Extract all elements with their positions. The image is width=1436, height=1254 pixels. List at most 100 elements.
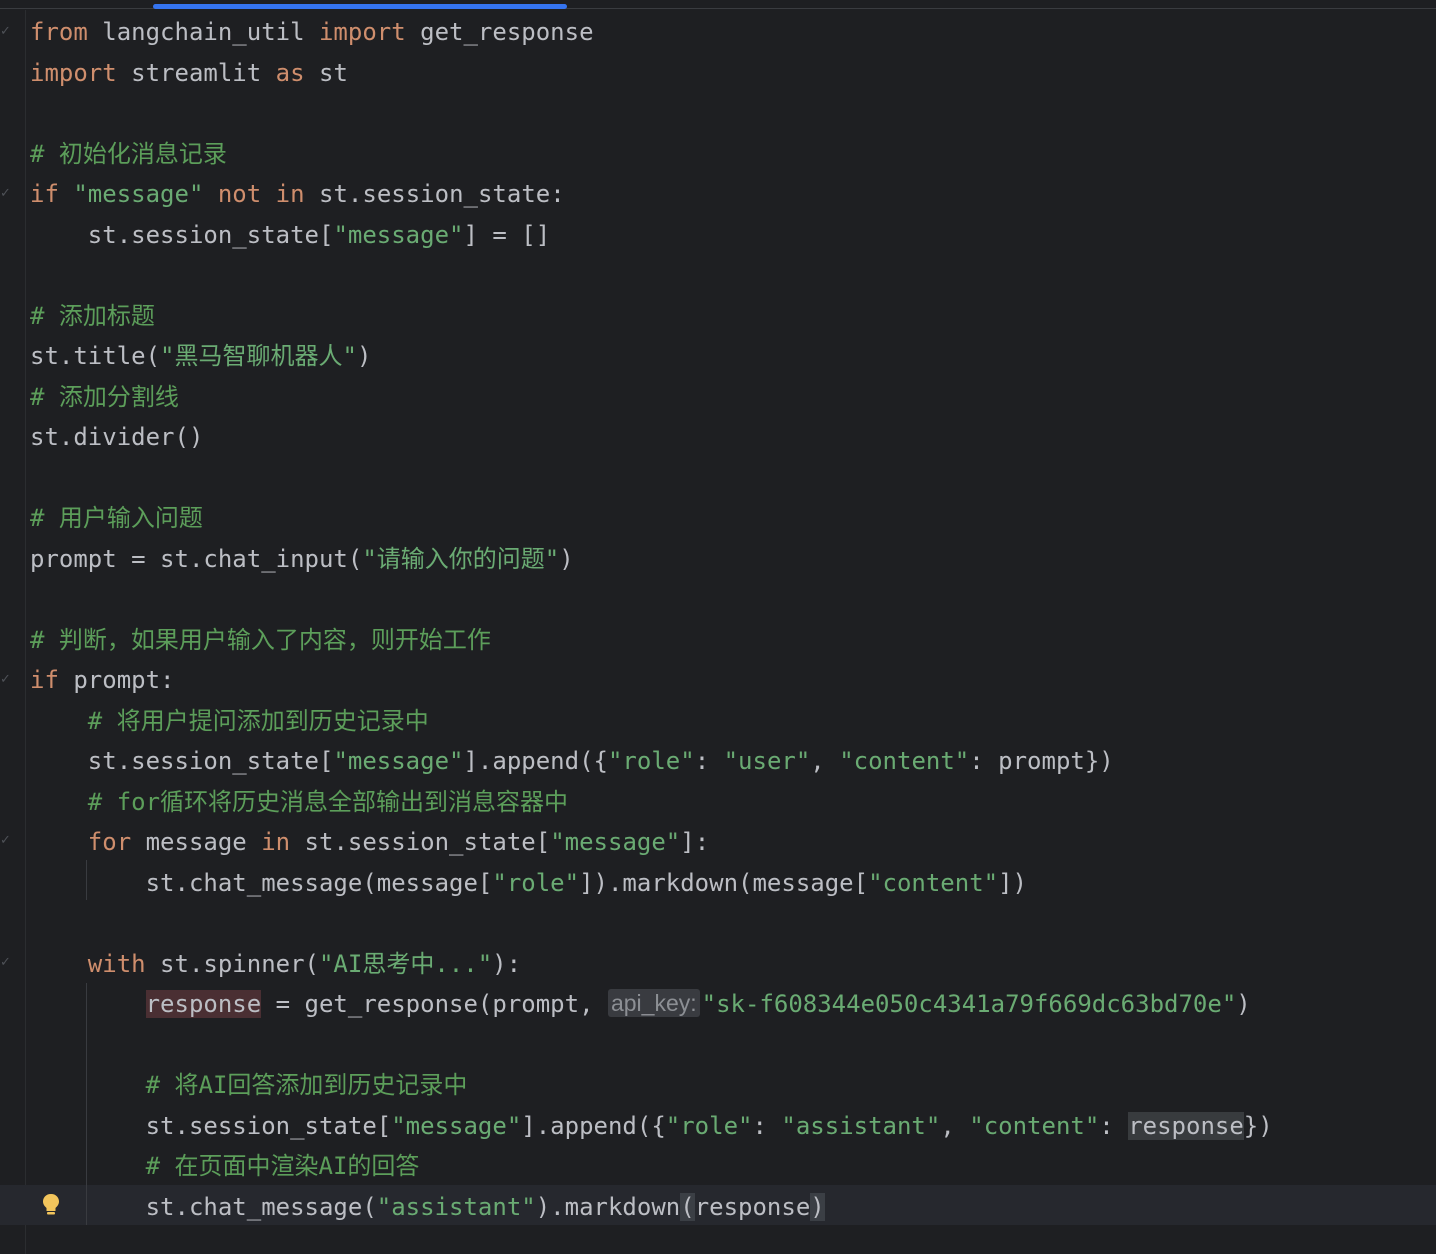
comment-token: # 添加分割线: [30, 382, 179, 411]
code-line[interactable]: # 添加标题: [30, 296, 1273, 337]
string-token: "assistant": [376, 1192, 536, 1221]
code-token: = get_response(prompt,: [261, 990, 608, 1018]
fold-icon[interactable]: ✓: [0, 187, 14, 201]
code-line[interactable]: # 判断，如果用户输入了内容，则开始工作: [30, 620, 1273, 661]
string-token: "message": [391, 1111, 522, 1140]
code-token: ):: [492, 949, 522, 978]
parameter-hint: api_key:: [607, 989, 700, 1017]
code-token: }): [1243, 1111, 1273, 1140]
code-line[interactable]: if "message" not in st.session_state:: [30, 174, 1273, 215]
code-line[interactable]: [30, 93, 1273, 134]
code-line[interactable]: response = get_response(prompt, api_key:…: [30, 984, 1273, 1025]
keyword-token: for: [87, 828, 132, 856]
code-token: ): [559, 544, 574, 573]
fold-icon[interactable]: ✓: [0, 834, 14, 848]
code-token: st.chat_message(: [30, 1192, 377, 1221]
code-token: ,: [940, 1111, 970, 1140]
code-line[interactable]: # 用户输入问题: [30, 498, 1273, 539]
code-line[interactable]: prompt = st.chat_input("请输入你的问题"): [30, 539, 1273, 580]
code-line[interactable]: [30, 903, 1273, 944]
keyword-token: as: [275, 58, 305, 87]
code-line[interactable]: [30, 1025, 1273, 1066]
code-line[interactable]: st.session_state["message"] = []: [30, 215, 1273, 256]
code-token: ).markdown: [535, 1192, 681, 1221]
keyword-token: not: [217, 180, 262, 208]
horizontal-scroll-thumb[interactable]: [153, 4, 567, 9]
comment-token: # 将AI回答添加到历史记录中: [145, 1071, 468, 1099]
code-line[interactable]: import streamlit as st: [30, 53, 1273, 94]
code-line[interactable]: # 在页面中渲染AI的回答: [30, 1146, 1273, 1187]
code-token: get_response: [405, 18, 594, 46]
keyword-token: in: [261, 828, 291, 856]
fold-icon[interactable]: ✓: [0, 673, 14, 687]
code-token: langchain_util: [87, 18, 319, 46]
string-token: "请输入你的问题": [362, 544, 560, 573]
code-line[interactable]: # for循环将历史消息全部输出到消息容器中: [30, 782, 1273, 823]
string-token: "role": [665, 1111, 753, 1140]
code-line[interactable]: st.session_state["message"].append({"rol…: [30, 741, 1273, 782]
comment-token: # for循环将历史消息全部输出到消息容器中: [87, 787, 569, 816]
code-line[interactable]: # 将AI回答添加到历史记录中: [30, 1065, 1273, 1106]
code-token: st.chat_message(message[: [30, 868, 493, 897]
code-line[interactable]: with st.spinner("AI思考中..."):: [30, 944, 1273, 985]
string-token: "黑马智聊机器人": [160, 342, 357, 370]
code-line[interactable]: from langchain_util import get_response: [30, 12, 1273, 53]
code-area[interactable]: from langchain_util import get_response i…: [30, 12, 1273, 1227]
code-line[interactable]: for message in st.session_state["message…: [30, 822, 1273, 863]
code-line[interactable]: # 将用户提问添加到历史记录中: [30, 701, 1273, 742]
code-editor[interactable]: ✓ ✓ ✓ ✓ ✓ from langchain_util import get…: [0, 0, 1436, 1254]
code-token: streamlit: [116, 58, 276, 87]
keyword-token: in: [275, 180, 305, 208]
code-token: message: [131, 828, 262, 856]
code-token: :: [1099, 1111, 1129, 1140]
keyword-token: import: [318, 18, 406, 46]
keyword-token: with: [87, 949, 146, 978]
code-token: st.session_state[: [290, 828, 551, 856]
string-token: "message": [550, 828, 681, 856]
code-line[interactable]: st.chat_message("assistant").markdown(re…: [30, 1187, 1273, 1228]
code-token: st.session_state:: [304, 180, 565, 208]
code-line[interactable]: # 初始化消息记录: [30, 134, 1273, 175]
comment-token: # 将用户提问添加到历史记录中: [87, 706, 429, 735]
code-line[interactable]: st.session_state["message"].append({"rol…: [30, 1106, 1273, 1147]
code-token: : prompt}): [969, 747, 1114, 775]
string-token: "assistant": [781, 1111, 941, 1140]
code-token: st.session_state[: [30, 1111, 392, 1140]
code-line[interactable]: # 添加分割线: [30, 377, 1273, 418]
string-token: "user": [723, 747, 811, 775]
matched-brace: (: [680, 1192, 695, 1221]
keyword-token: if: [30, 180, 59, 208]
code-line[interactable]: if prompt:: [30, 660, 1273, 701]
code-token: st.divider(): [30, 423, 204, 451]
code-token: ): [1236, 990, 1251, 1018]
comment-token: # 用户输入问题: [30, 504, 203, 532]
highlighted-identifier: response: [145, 990, 262, 1018]
code-token: prompt:: [58, 666, 175, 694]
code-line[interactable]: st.divider(): [30, 417, 1273, 458]
code-line[interactable]: st.chat_message(message["role"]).markdow…: [30, 863, 1273, 904]
string-token: "sk-f608344e050c4341a79f669dc63bd70e": [701, 990, 1237, 1018]
fold-icon[interactable]: ✓: [0, 956, 14, 970]
code-line[interactable]: [30, 255, 1273, 296]
code-line[interactable]: [30, 458, 1273, 499]
string-token: "message": [333, 220, 464, 249]
code-line[interactable]: [30, 579, 1273, 620]
keyword-token: if: [30, 666, 59, 694]
code-token: st.session_state[: [30, 220, 334, 249]
string-token: "content": [839, 747, 970, 775]
code-token: st.session_state[: [30, 747, 334, 775]
fold-icon[interactable]: ✓: [0, 25, 14, 39]
code-token: ].append({: [521, 1111, 666, 1140]
code-token: ] = []: [463, 220, 551, 249]
code-token: ]:: [680, 828, 710, 856]
string-token: "content": [969, 1111, 1100, 1140]
code-line[interactable]: st.title("黑马智聊机器人"): [30, 336, 1273, 377]
string-token: "AI思考中...": [318, 949, 493, 978]
